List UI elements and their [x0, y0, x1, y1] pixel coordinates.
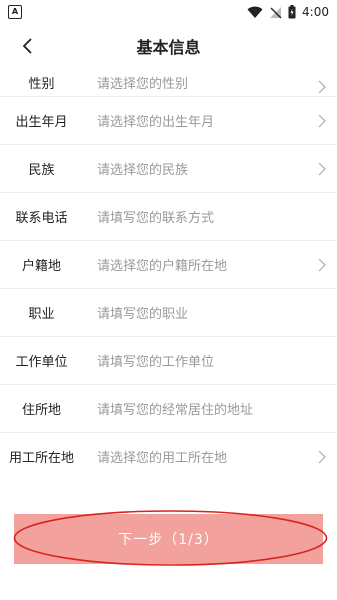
- chevron-left-icon: [22, 38, 32, 54]
- row-label: 住所地: [21, 403, 61, 418]
- form-row-birth[interactable]: 出生年月 请选择您的出生年月: [0, 97, 337, 145]
- form-row-employer[interactable]: 工作单位 请填写您的工作单位: [0, 337, 337, 385]
- row-label: 户籍地: [21, 259, 61, 274]
- phone-input[interactable]: 请填写您的联系方式: [83, 207, 337, 226]
- next-button-wrap: 下一步（1/3）: [13, 510, 328, 566]
- row-label: 联系电话: [15, 211, 68, 226]
- form-row-residence[interactable]: 住所地 请填写您的经常居住的地址: [0, 385, 337, 433]
- signal-off-icon: [269, 6, 282, 19]
- chevron-right-icon: [318, 258, 326, 271]
- gender-select[interactable]: 请选择您的性别: [83, 73, 337, 92]
- chevron-right-icon: [318, 80, 326, 94]
- next-step-button[interactable]: 下一步（1/3）: [14, 514, 323, 564]
- row-label: 职业: [28, 307, 55, 322]
- birth-select[interactable]: 请选择您的出生年月: [83, 111, 337, 130]
- form-row-ethnicity[interactable]: 民族 请选择您的民族: [0, 145, 337, 193]
- form-row-occupation[interactable]: 职业 请填写您的职业: [0, 289, 337, 337]
- row-label: 用工所在地: [8, 451, 74, 466]
- form: 性别 请选择您的性别 出生年月 请选择您的出生年月 民族 请选择您的民族 联系电…: [0, 68, 337, 478]
- back-button[interactable]: [16, 34, 40, 58]
- status-left: A: [0, 5, 22, 19]
- form-row-gender[interactable]: 性别 请选择您的性别: [0, 68, 337, 97]
- chevron-right-icon: [318, 450, 326, 463]
- hukou-select[interactable]: 请选择您的户籍所在地: [83, 255, 337, 274]
- form-row-hukou[interactable]: 户籍地 请选择您的户籍所在地: [0, 241, 337, 289]
- employer-input[interactable]: 请填写您的工作单位: [83, 351, 337, 370]
- row-label: 民族: [28, 163, 55, 178]
- wifi-icon: [247, 6, 263, 19]
- a-notification-icon: A: [8, 5, 22, 19]
- status-right: 4:00: [247, 5, 337, 19]
- header: 基本信息: [0, 24, 337, 69]
- status-time: 4:00: [302, 5, 329, 19]
- work-location-select[interactable]: 请选择您的用工所在地: [83, 447, 337, 466]
- row-label: 工作单位: [15, 355, 68, 370]
- page-title: 基本信息: [136, 38, 201, 57]
- form-row-work-location[interactable]: 用工所在地 请选择您的用工所在地: [0, 433, 337, 478]
- row-label: 出生年月: [15, 115, 68, 130]
- ethnicity-select[interactable]: 请选择您的民族: [83, 159, 337, 178]
- chevron-right-icon: [318, 162, 326, 175]
- status-bar: A 4:00: [0, 0, 337, 24]
- row-label: 性别: [28, 77, 55, 92]
- chevron-right-icon: [318, 114, 326, 127]
- battery-icon: [288, 5, 296, 19]
- residence-input[interactable]: 请填写您的经常居住的地址: [83, 399, 337, 418]
- form-row-phone[interactable]: 联系电话 请填写您的联系方式: [0, 193, 337, 241]
- occupation-input[interactable]: 请填写您的职业: [83, 303, 337, 322]
